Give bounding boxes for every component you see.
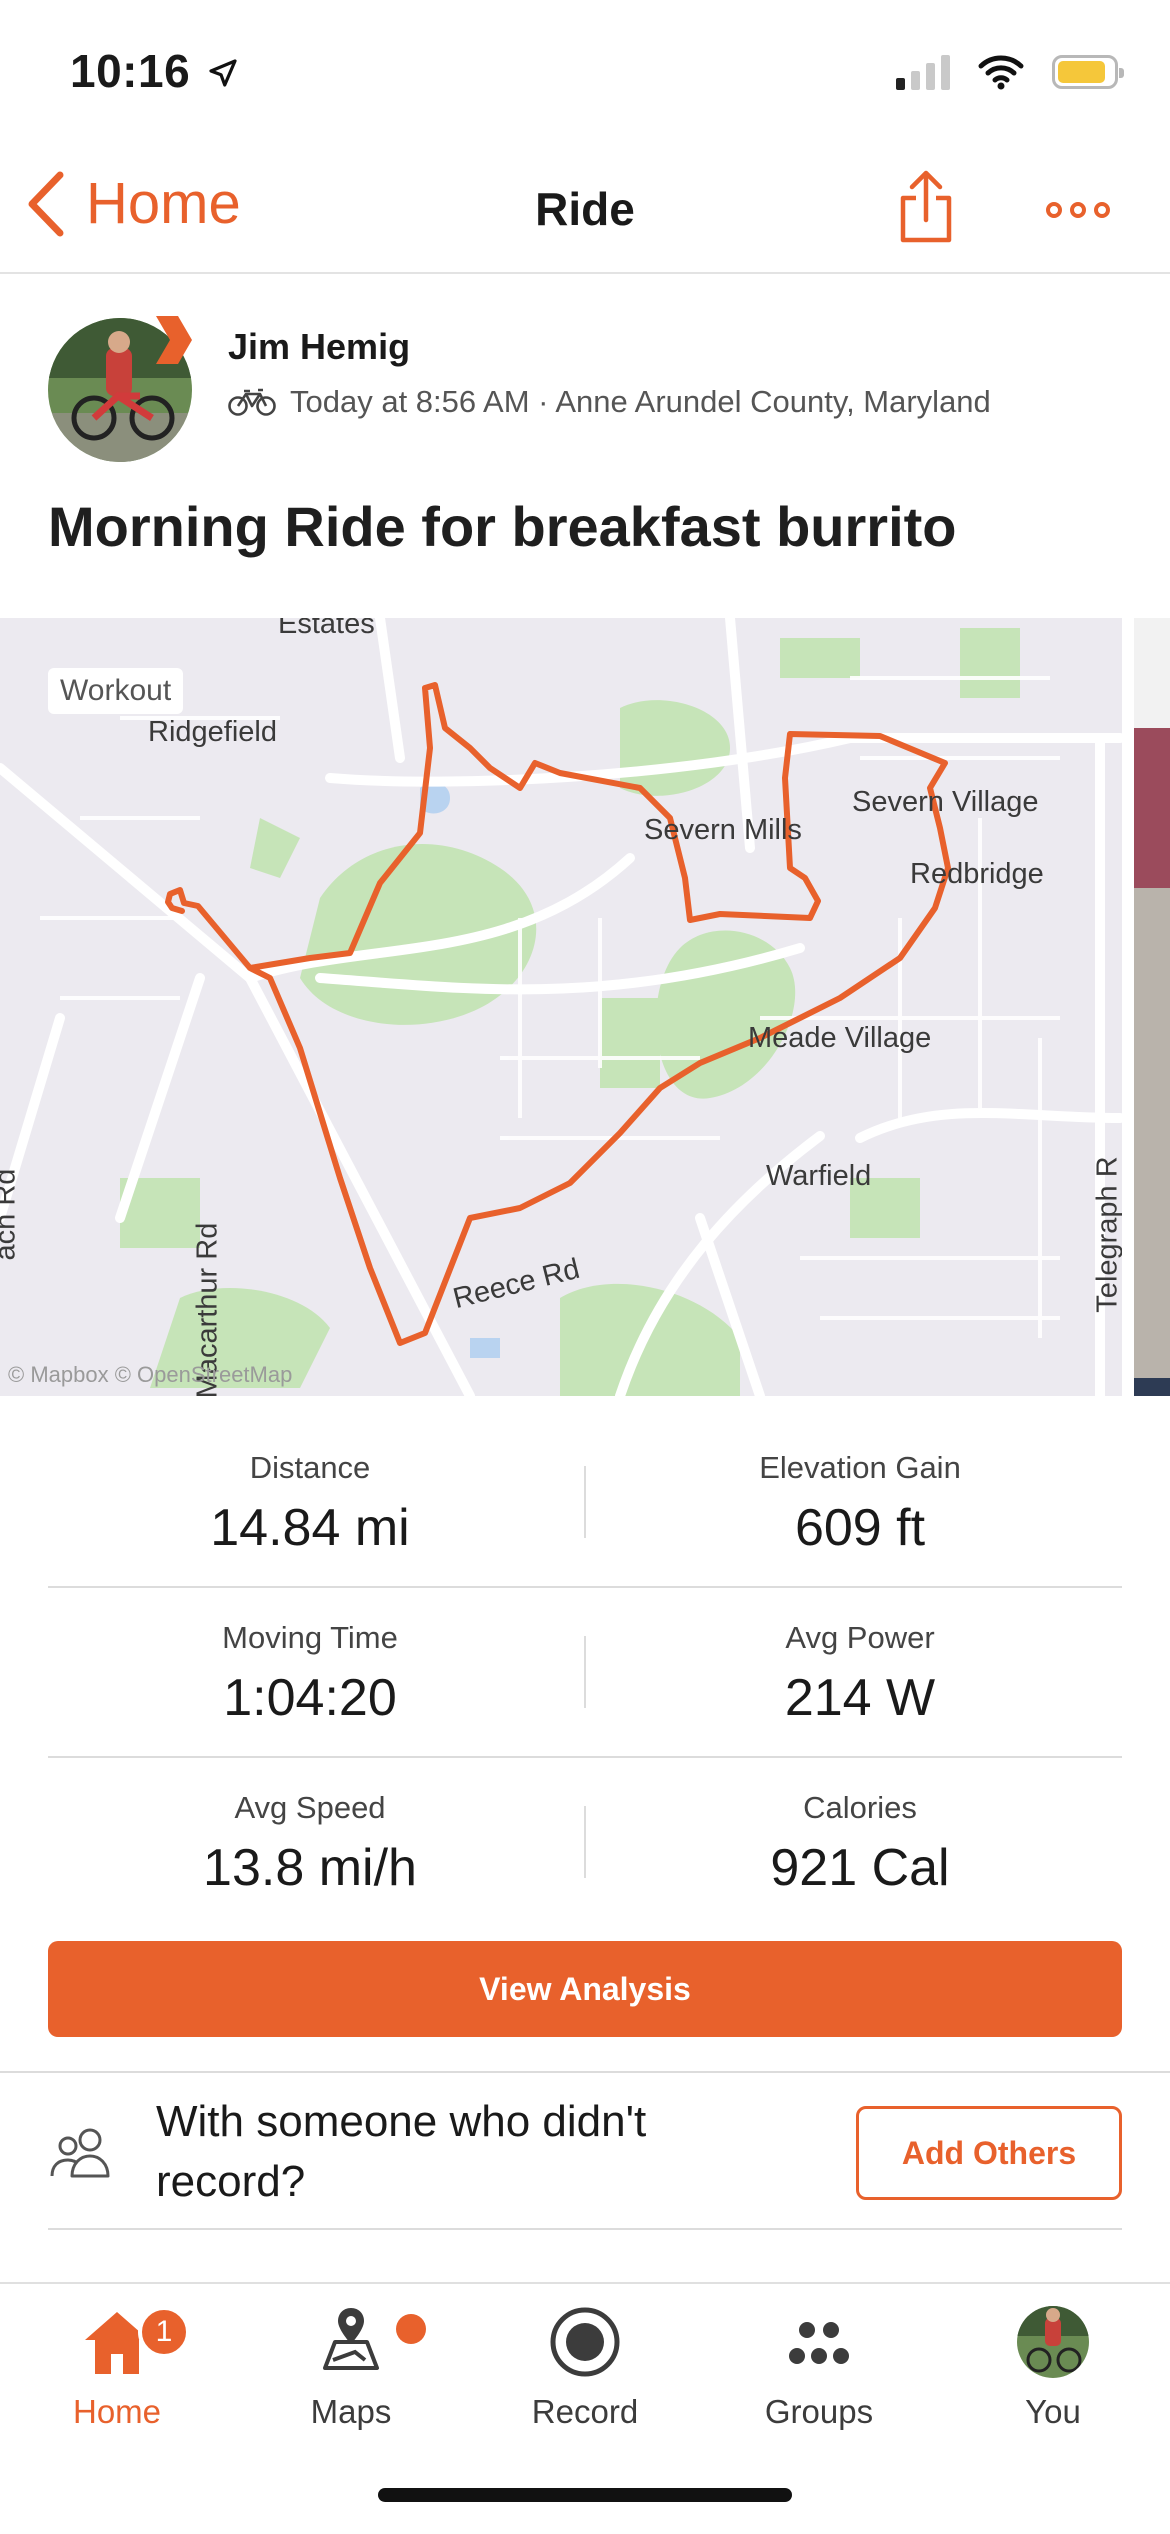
group-icon — [50, 2128, 110, 2178]
dot-icon — [1070, 202, 1086, 218]
activity-meta-text: Today at 8:56 AM · Anne Arundel County, … — [290, 384, 991, 419]
activity-meta: Today at 8:56 AM · Anne Arundel County, … — [228, 384, 991, 420]
route-line — [165, 682, 951, 1346]
stat-elevation-label: Elevation Gain — [759, 1450, 961, 1485]
share-icon — [900, 170, 952, 243]
stat-distance-label: Distance — [249, 1450, 371, 1485]
nav-bar: Home Ride — [0, 160, 1170, 274]
map-label: Ridgefield — [148, 716, 277, 748]
stat-calories-value: 921 Cal — [770, 1839, 950, 1897]
tab-home-label: Home — [72, 2393, 162, 2430]
dot-icon — [1046, 202, 1062, 218]
section-divider — [0, 2071, 1170, 2073]
page-title: Ride — [535, 183, 635, 235]
clock-text: 10:16 — [70, 45, 191, 97]
stat-elevation-value: 609 ft — [794, 1499, 926, 1557]
activity-title: Morning Ride for breakfast burrito — [48, 495, 957, 558]
bike-icon — [228, 388, 276, 416]
stat-moving-time-label: Moving Time — [222, 1620, 398, 1655]
stat-divider — [584, 1466, 586, 1538]
tab-you-label: You — [1025, 2393, 1081, 2430]
dot-icon — [1094, 202, 1110, 218]
map-label: Meade Village — [748, 1022, 932, 1054]
tab-home[interactable]: 1 Home — [0, 2302, 234, 2431]
map-label: ach Rd — [0, 1168, 22, 1261]
map-pin-icon — [323, 2308, 379, 2370]
stat-divider — [584, 1636, 586, 1708]
record-icon — [550, 2307, 620, 2377]
share-button[interactable] — [898, 168, 954, 249]
tab-maps[interactable]: Maps — [234, 2302, 468, 2431]
tab-groups-label: Groups — [764, 2393, 874, 2430]
stat-distance-value: 14.84 mi — [210, 1499, 410, 1557]
stat-divider — [584, 1806, 586, 1878]
status-time: 10:16 — [70, 44, 239, 98]
map-label: Severn Village — [852, 786, 1039, 818]
map-label: Severn Mills — [644, 814, 802, 846]
more-options-button[interactable] — [1046, 202, 1110, 218]
tab-record[interactable]: Record — [468, 2302, 702, 2431]
wifi-icon — [978, 55, 1024, 90]
stat-speed-value: 13.8 mi/h — [203, 1839, 417, 1897]
row-divider — [48, 1756, 1122, 1758]
stat-power-value: 214 W — [784, 1669, 936, 1727]
map-attribution: © Mapbox © OpenStreetMap — [8, 1362, 293, 1387]
add-others-button[interactable]: Add Others — [856, 2106, 1122, 2200]
tab-you[interactable]: You — [936, 2302, 1170, 2431]
notification-count: 1 — [155, 2315, 173, 2348]
view-analysis-button[interactable]: View Analysis — [48, 1941, 1122, 2037]
cellular-signal-icon — [896, 54, 950, 90]
section-divider — [48, 2228, 1122, 2230]
profile-avatar-icon — [1017, 2306, 1089, 2378]
map-label: Telegraph R — [1091, 1156, 1122, 1313]
workout-badge: Workout — [48, 668, 184, 714]
notification-badge: 1 — [138, 2306, 190, 2358]
battery-icon — [1052, 55, 1124, 89]
route-map[interactable]: Estates Ridgefield Severn Mills Severn V… — [0, 618, 1122, 1396]
photo-preview — [1134, 618, 1170, 1396]
maps-dot-indicator — [396, 2314, 426, 2344]
groups-icon — [789, 2322, 849, 2364]
map-label: Warfield — [766, 1160, 872, 1192]
with-others-prompt: With someone who didn't record? — [156, 2097, 647, 2206]
home-indicator[interactable] — [378, 2488, 792, 2502]
map-label: Estates — [278, 618, 375, 640]
location-arrow-icon — [209, 59, 238, 87]
row-divider — [48, 1586, 1122, 1588]
map-label: Redbridge — [910, 858, 1044, 890]
tab-record-label: Record — [531, 2393, 639, 2430]
athlete-name[interactable]: Jim Hemig — [228, 326, 410, 368]
photo-thumbnail-peek[interactable] — [1134, 618, 1170, 1396]
stat-power-label: Avg Power — [785, 1620, 935, 1655]
stat-calories-label: Calories — [803, 1790, 917, 1825]
subscriber-badge-icon — [156, 316, 192, 364]
tab-maps-label: Maps — [310, 2393, 392, 2430]
status-indicators — [896, 50, 1124, 94]
stat-speed-label: Avg Speed — [234, 1790, 386, 1825]
tab-groups[interactable]: Groups — [702, 2302, 936, 2431]
stat-moving-time-value: 1:04:20 — [223, 1669, 397, 1727]
